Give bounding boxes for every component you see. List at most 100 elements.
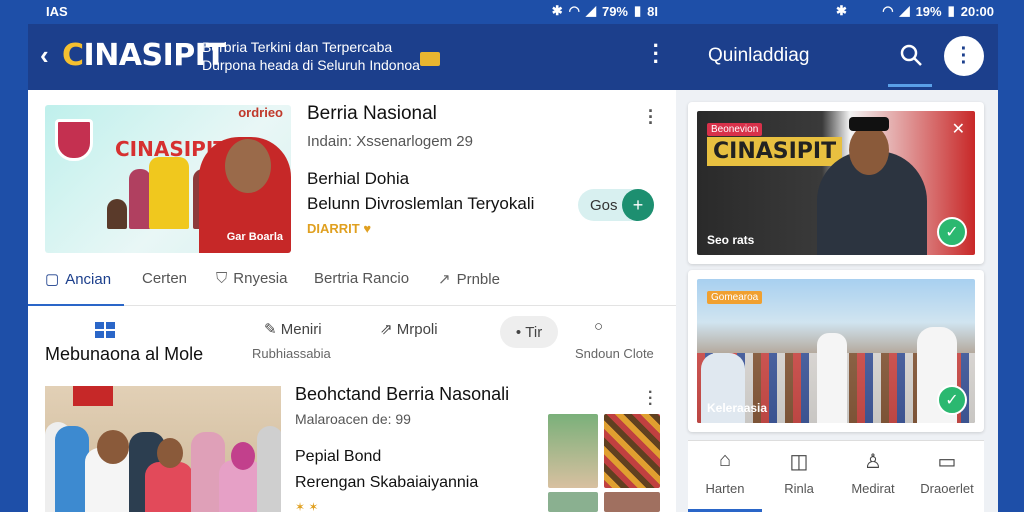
tab-label: Ancian	[65, 270, 112, 288]
gallery-thumb[interactable]	[548, 414, 598, 488]
wifi-icon: ◠	[568, 3, 580, 18]
person-head	[97, 430, 129, 464]
app-tagline: Berbria Terkini dan Terpercaba Durpona h…	[202, 38, 420, 74]
article-line-1: Pepial Bond	[295, 448, 382, 465]
plus-icon: +	[622, 189, 654, 221]
tagline-line-1: Berbria Terkini dan Terpercaba	[202, 39, 393, 55]
featured-line-2: Belunn Divroslemlan Teryokali	[307, 194, 535, 213]
gallery-thumb[interactable]	[548, 492, 598, 512]
bluetooth-icon: ✱	[836, 3, 847, 18]
card-badge: Gomearoa	[707, 291, 763, 304]
share-icon: ⇗	[380, 321, 393, 338]
grid-icon	[95, 322, 117, 340]
nav-item-harten[interactable]: ⌂ Harten	[688, 449, 762, 496]
tab-label: Certen	[142, 270, 188, 287]
category-tabs: ▢ Ancian Certen ⛉ Rnyesia Bertria Rancio…	[28, 262, 676, 306]
category-label: Mrpoli	[396, 321, 438, 338]
active-tab-indicator	[28, 304, 124, 306]
featured-article-image[interactable]: ordrieo CINASIPIT Gar Boarla	[45, 105, 291, 253]
sidebar-screen: Quinladdiag · · · Beonevion CINASIPIT ✕ Se…	[676, 24, 998, 512]
featured-tag: DIARRIT ♥	[307, 221, 371, 236]
person-figure	[55, 426, 89, 512]
cell-signal-icon: ◢	[585, 3, 596, 18]
bottom-nav: ⌂ Harten ◫ Rinla ♙ Medirat ▭ Draoerlet	[688, 440, 984, 512]
nav-item-rinla[interactable]: ◫ Rinla	[762, 449, 836, 496]
status-bar-left: IAS ✱ ◠ ◢ 79% ▮ 8I	[0, 0, 676, 22]
gallery-thumb[interactable]	[604, 414, 660, 488]
category-mrpoli[interactable]: ⇗ Mrpoli	[380, 320, 438, 338]
card-brand: CINASIPIT	[707, 137, 843, 166]
logo-mark: C	[62, 38, 84, 73]
shield-icon: ⛉	[216, 270, 228, 287]
video-thumbnail: Gomearoa Keleraasia ✓	[697, 279, 975, 423]
gallery-thumb[interactable]	[604, 492, 660, 512]
person-head	[849, 125, 889, 175]
person-head	[157, 438, 183, 468]
nav-item-draoerlet[interactable]: ▭ Draoerlet	[910, 449, 984, 496]
trend-icon: ↗	[438, 271, 451, 288]
check-icon[interactable]: ✓	[937, 217, 967, 247]
card-badge: Beonevion	[707, 123, 763, 136]
featured-tag-text: DIARRIT	[307, 221, 360, 236]
category-label[interactable]: Sndoun Clote	[575, 346, 654, 361]
kebab-menu-icon[interactable]: · · ·	[653, 35, 660, 73]
kebab-menu-icon[interactable]: · · ·	[648, 102, 654, 132]
cap-decor	[849, 117, 889, 131]
flag-decor	[73, 386, 113, 406]
wifi-icon: ◠	[882, 3, 894, 18]
arrow-left-icon[interactable]: ‹	[40, 40, 49, 71]
rating-stars: ✶ ✶	[295, 500, 319, 512]
category-label: Meniri	[280, 321, 322, 338]
category-meniri[interactable]: ✎ Meniri	[264, 320, 322, 338]
kebab-menu-icon[interactable]: · · ·	[648, 385, 653, 413]
search-indicator	[888, 84, 932, 87]
nav-label: Rinla	[784, 481, 814, 496]
check-icon[interactable]: ✓	[937, 385, 967, 415]
person-icon: ♙	[864, 451, 882, 473]
pen-icon: ✎	[264, 321, 277, 338]
battery-icon: ▮	[947, 3, 955, 18]
person-figure	[145, 462, 193, 512]
person-head	[225, 139, 271, 193]
app-header: ‹ CINASIPIT Berbria Terkini dan Terperca…	[28, 24, 676, 90]
category-sub: Rubhiassabia	[252, 346, 331, 361]
search-icon[interactable]	[898, 42, 924, 68]
app-logo[interactable]: CINASIPIT	[62, 38, 226, 73]
pin-icon[interactable]: ○	[594, 318, 603, 335]
follow-button[interactable]: Gos +	[578, 189, 654, 221]
featured-line-1: Berhial Dohia	[307, 169, 410, 188]
thumb-badge: ordrieo	[238, 105, 283, 120]
person-figure	[149, 157, 189, 229]
flag-icon	[420, 52, 440, 66]
category-pill-tir[interactable]: • Tir	[500, 316, 558, 348]
close-icon[interactable]: ✕	[952, 119, 965, 139]
battery-percent: 19%	[915, 3, 942, 19]
tv-icon: ▭	[937, 451, 957, 473]
tab-label: Rnyesia	[233, 270, 288, 287]
tab-certen[interactable]: Certen	[142, 270, 187, 287]
card-caption: Seo rats	[707, 233, 755, 247]
tab-bertria-rancio[interactable]: Bertria Rancio	[314, 270, 409, 287]
card-caption: Keleraasia	[707, 401, 768, 415]
article-image[interactable]	[45, 386, 281, 512]
featured-title[interactable]: Berria Nasional	[307, 103, 437, 125]
featured-meta: Indain: Xssenarlogem 29	[307, 133, 473, 150]
square-icon: ▢	[45, 271, 60, 288]
article-title[interactable]: Beohctand Berria Nasonali	[295, 384, 509, 405]
tab-rnyesia[interactable]: ⛉ Rnyesia	[216, 270, 287, 287]
signal-icon: ✱	[551, 3, 563, 18]
news-app-screen: ‹ CINASIPIT Berbria Terkini dan Terperca…	[28, 24, 676, 512]
nav-label: Harten	[705, 481, 745, 496]
tab-prnble[interactable]: ↗ Prnble	[438, 270, 500, 289]
tab-label: Prnble	[456, 270, 500, 288]
thumb-caption: Gar Boarla	[226, 231, 283, 243]
video-card[interactable]: Beonevion CINASIPIT ✕ Seo rats ✓	[688, 102, 984, 264]
tab-ancian[interactable]: ▢ Ancian	[45, 270, 112, 289]
video-card[interactable]: Gomearoa Keleraasia ✓	[688, 270, 984, 432]
article-line-2: Rerengan Skabaiaiyannia	[295, 474, 479, 491]
kebab-menu-icon[interactable]: · · ·	[944, 36, 984, 76]
right-header: Quinladdiag · · ·	[676, 24, 998, 90]
dot-icon: •	[515, 323, 522, 341]
nav-item-medirat[interactable]: ♙ Medirat	[836, 449, 910, 496]
person-head	[231, 442, 255, 470]
